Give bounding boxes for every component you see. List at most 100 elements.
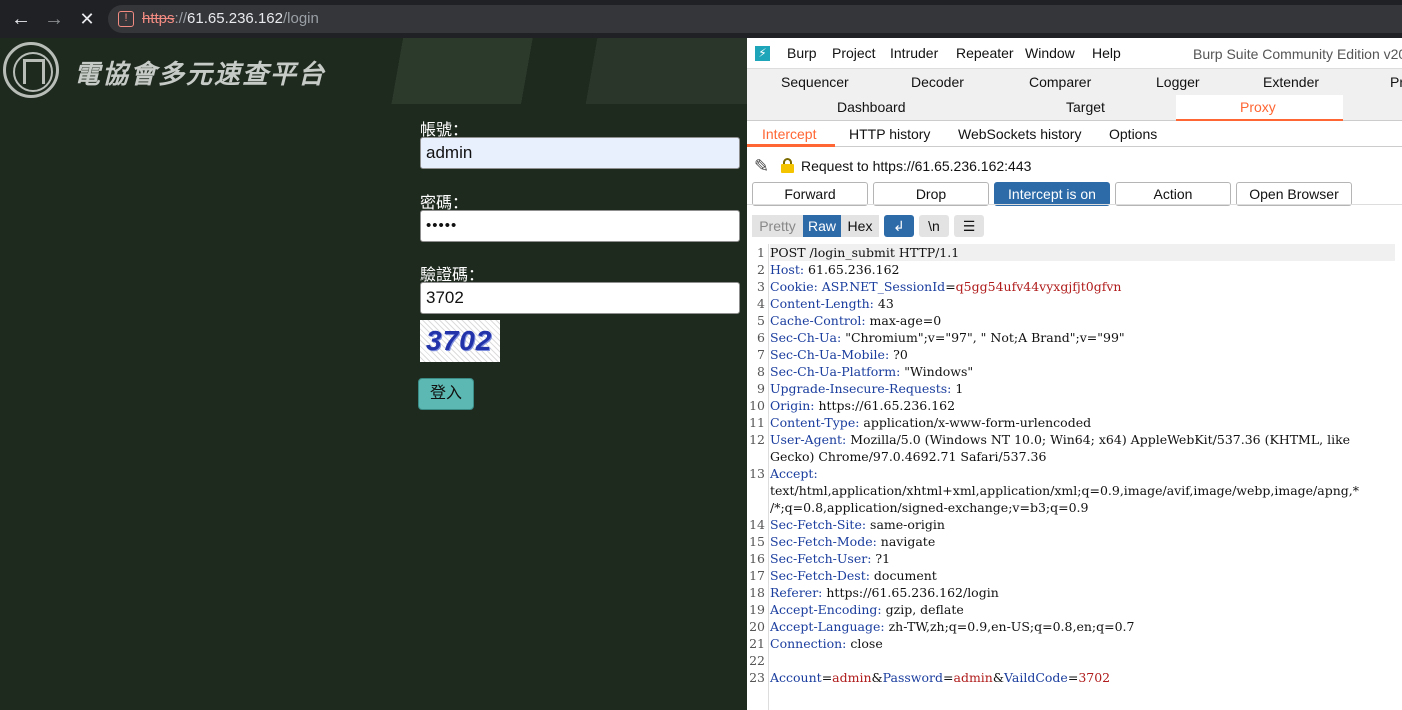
header-value: /*;q=0.8,application/signed-exchange;v=b…	[770, 500, 1089, 515]
password-input[interactable]: •••••	[420, 210, 740, 242]
menu-project[interactable]: Project	[832, 45, 876, 61]
request-line: Upgrade-Insecure-Requests: 1	[770, 381, 963, 396]
login-button[interactable]: 登入	[418, 378, 474, 410]
request-editor[interactable]: 1 2 3 4 5 6 7 8 9 10 11 12 13 14 15 16 17 18 19 20 21 22 23 PO…	[747, 244, 1402, 710]
header-value: document	[869, 568, 937, 583]
wrap-lines-icon[interactable]: ↲	[884, 215, 914, 237]
menu-icon[interactable]: ☰	[954, 215, 984, 237]
request-line: User-Agent: Mozilla/5.0 (Windows NT 10.0…	[770, 432, 1350, 447]
stop-loading-icon[interactable]: ✕	[75, 7, 99, 31]
line-number: 7	[757, 347, 765, 362]
subtab-websockets-history[interactable]: WebSockets history	[958, 126, 1081, 142]
line-number: 11	[749, 415, 765, 430]
header-value: max-age=0	[865, 313, 942, 328]
forward-arrow-icon[interactable]: →	[42, 7, 66, 31]
request-line: Sec-Ch-Ua: "Chromium";v="97", " Not;A Br…	[770, 330, 1125, 345]
login-page: 電協會多元速查平台 帳號： admin 密碼： ••••• 驗證碼： 3702 …	[0, 38, 747, 710]
tab-decoder[interactable]: Decoder	[911, 74, 964, 90]
tab-extender[interactable]: Extender	[1263, 74, 1319, 90]
header-value: https://61.65.236.162	[814, 398, 956, 413]
back-arrow-icon[interactable]: ←	[9, 7, 33, 31]
view-hex-button[interactable]: Hex	[841, 215, 879, 237]
header-name: Sec-Fetch-User:	[770, 551, 872, 566]
forward-button[interactable]: Forward	[752, 182, 868, 206]
header-value: close	[846, 636, 883, 651]
request-line: /*;q=0.8,application/signed-exchange;v=b…	[770, 500, 1088, 515]
newline-icon[interactable]: \n	[919, 215, 949, 237]
request-line: text/html,application/xhtml+xml,applicat…	[770, 483, 1359, 498]
header-name: Sec-Ch-Ua-Platform:	[770, 364, 901, 379]
subtab-intercept[interactable]: Intercept	[762, 126, 816, 142]
line-number: 15	[749, 534, 765, 549]
intercept-toggle-button[interactable]: Intercept is on	[994, 182, 1110, 206]
menu-intruder[interactable]: Intruder	[890, 45, 938, 61]
header-value: navigate	[876, 534, 936, 549]
header-value: same-origin	[866, 517, 945, 532]
header-name: Referer:	[770, 585, 823, 600]
param-value: admin	[953, 670, 993, 685]
header-name: Sec-Fetch-Site:	[770, 517, 867, 532]
lock-icon	[781, 158, 794, 173]
line-number: 17	[749, 568, 765, 583]
line-number: 5	[757, 313, 765, 328]
request-line: Gecko) Chrome/97.0.4692.71 Safari/537.36	[770, 449, 1046, 464]
param-value: 3702	[1078, 670, 1111, 685]
url-separator: ://	[174, 10, 188, 27]
burp-suite-window: ⚡ Burp Project Intruder Repeater Window …	[747, 38, 1402, 710]
line-number: 21	[749, 636, 765, 651]
intercept-pane: ✎ Request to https://61.65.236.162:443 F…	[747, 147, 1402, 710]
banner-decoration	[360, 38, 747, 104]
header-value: 1	[951, 381, 964, 396]
captcha-input[interactable]: 3702	[420, 282, 740, 314]
pencil-edit-icon[interactable]: ✎	[754, 156, 769, 177]
menu-repeater[interactable]: Repeater	[956, 45, 1014, 61]
tab-proxy[interactable]: Proxy	[1240, 99, 1276, 115]
open-browser-button[interactable]: Open Browser	[1236, 182, 1352, 206]
header-name: Origin:	[770, 398, 815, 413]
request-line: Accept-Encoding: gzip, deflate	[770, 602, 964, 617]
not-secure-warning-icon[interactable]: !	[118, 11, 134, 27]
action-button[interactable]: Action	[1115, 182, 1231, 206]
address-bar[interactable]: ! https://61.65.236.162/login	[108, 5, 1402, 33]
tab-sequencer[interactable]: Sequencer	[781, 74, 849, 90]
line-number: 2	[757, 262, 765, 277]
drop-button[interactable]: Drop	[873, 182, 989, 206]
view-pretty-button[interactable]: Pretty	[752, 215, 803, 237]
browser-toolbar: ← → ✕ ! https://61.65.236.162/login	[0, 0, 1402, 38]
captcha-image-text: 3702	[426, 325, 493, 356]
request-line: Sec-Fetch-Site: same-origin	[770, 517, 945, 532]
line-number: 22	[749, 653, 765, 668]
tab-target[interactable]: Target	[1066, 99, 1105, 115]
url-path: /login	[282, 10, 319, 27]
tab-logger[interactable]: Logger	[1156, 74, 1200, 90]
menu-window[interactable]: Window	[1025, 45, 1075, 61]
request-line: Sec-Fetch-User: ?1	[770, 551, 890, 566]
line-number: 6	[757, 330, 765, 345]
line-number: 16	[749, 551, 765, 566]
cookie-name: ASP.NET_SessionId	[821, 279, 946, 294]
line-number: 1	[757, 245, 765, 260]
site-logo	[3, 42, 59, 98]
view-raw-button[interactable]: Raw	[803, 215, 841, 237]
subtab-http-history[interactable]: HTTP history	[849, 126, 930, 142]
tab-dashboard[interactable]: Dashboard	[837, 99, 906, 115]
burp-menubar: ⚡ Burp Project Intruder Repeater Window …	[747, 38, 1402, 69]
header-value: 43	[873, 296, 894, 311]
param-equals: =	[821, 670, 833, 685]
param-key: Account	[770, 670, 822, 685]
header-value: "Windows"	[900, 364, 974, 379]
burp-main-tabs: Sequencer Decoder Comparer Logger Extend…	[747, 69, 1402, 121]
username-input[interactable]: admin	[420, 137, 740, 169]
header-name: Sec-Ch-Ua-Mobile:	[770, 347, 890, 362]
menu-burp[interactable]: Burp	[787, 45, 817, 61]
request-line: Sec-Ch-Ua-Platform: "Windows"	[770, 364, 973, 379]
window-title: Burp Suite Community Edition v20	[1193, 46, 1402, 62]
subtab-options[interactable]: Options	[1109, 126, 1157, 142]
menu-help[interactable]: Help	[1092, 45, 1121, 61]
captcha-image[interactable]: 3702	[420, 320, 500, 362]
param-separator: &	[871, 670, 883, 685]
tab-professional-cut[interactable]: Pr	[1390, 74, 1402, 90]
header-name: Upgrade-Insecure-Requests:	[770, 381, 952, 396]
tab-comparer[interactable]: Comparer	[1029, 74, 1091, 90]
header-value: ?1	[871, 551, 891, 566]
